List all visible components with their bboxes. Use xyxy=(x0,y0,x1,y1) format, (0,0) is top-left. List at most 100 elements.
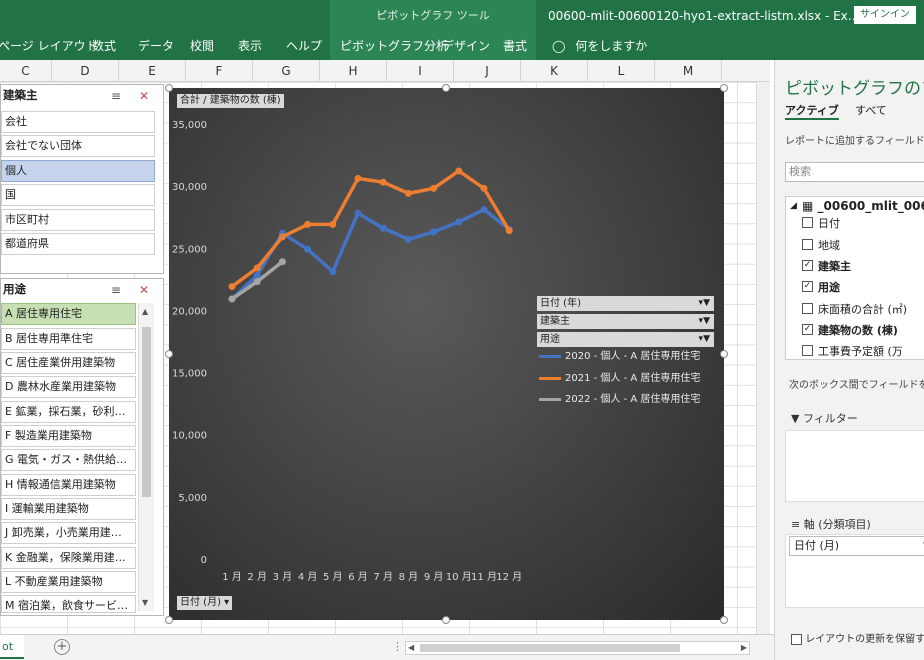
add-sheet-icon[interactable]: + xyxy=(54,639,70,655)
multi-select-icon[interactable]: ≡ xyxy=(111,283,121,297)
data-point[interactable] xyxy=(379,224,387,232)
data-point[interactable] xyxy=(404,189,412,197)
column-header-m[interactable]: M xyxy=(655,60,722,82)
field-item[interactable]: 床面積の合計 (㎡) xyxy=(818,301,907,317)
horizontal-scrollbar[interactable]: ◀ ▶ xyxy=(405,641,750,655)
column-header-d[interactable]: D xyxy=(52,60,119,82)
field-item[interactable]: 建築主 xyxy=(818,258,851,274)
slicer-item-selected[interactable]: 個人 xyxy=(1,160,155,182)
data-point[interactable] xyxy=(430,228,438,236)
clear-filter-icon[interactable]: ✕ xyxy=(139,283,149,297)
data-point[interactable] xyxy=(505,227,513,235)
tab-pivotchart-analyze[interactable]: ピボットグラフ分析 xyxy=(340,32,448,60)
axis-field-item[interactable]: 日付 (月)▼ xyxy=(789,536,924,556)
filter-drop-area[interactable] xyxy=(785,430,924,502)
slicer-item[interactable]: B 居住専用準住宅 xyxy=(1,328,136,350)
column-header-k[interactable]: K xyxy=(521,60,588,82)
resize-handle[interactable] xyxy=(442,616,450,624)
tab-active-fields[interactable]: アクティブ xyxy=(785,102,839,120)
data-point[interactable] xyxy=(480,206,488,214)
resize-handle[interactable] xyxy=(165,84,173,92)
scroll-thumb[interactable] xyxy=(142,327,151,497)
scroll-thumb[interactable] xyxy=(420,644,680,652)
data-point[interactable] xyxy=(278,258,286,266)
column-header-j[interactable]: J xyxy=(454,60,521,82)
tab-view[interactable]: 表示 xyxy=(238,32,262,60)
field-button-purpose[interactable]: 用途 ▾▼ xyxy=(537,332,714,347)
field-checkbox[interactable] xyxy=(802,239,813,250)
field-item[interactable]: 日付 xyxy=(818,215,840,231)
clear-filter-icon[interactable]: ✕ xyxy=(139,89,149,103)
data-point[interactable] xyxy=(404,235,412,243)
data-point[interactable] xyxy=(480,184,488,192)
data-point[interactable] xyxy=(329,268,337,276)
resize-handle[interactable] xyxy=(165,616,173,624)
vertical-scrollbar[interactable] xyxy=(756,82,770,634)
field-search-input[interactable]: 検索 xyxy=(785,162,924,182)
resize-handle[interactable] xyxy=(720,84,728,92)
field-item[interactable]: 建築物の数 (棟) xyxy=(818,322,898,338)
slicer-item[interactable]: 国 xyxy=(1,184,155,206)
scroll-up-icon[interactable]: ▲ xyxy=(142,307,148,316)
slicer-scrollbar[interactable]: ▲ ▼ xyxy=(138,303,154,611)
field-checkbox-checked[interactable]: ✓ xyxy=(802,281,813,292)
tab-page-layout[interactable]: ページ レイアウト xyxy=(0,32,98,60)
resize-handle[interactable] xyxy=(720,616,728,624)
field-item[interactable]: 地域 xyxy=(818,237,840,253)
tab-review[interactable]: 校閲 xyxy=(190,32,214,60)
sheet-tab[interactable]: ot xyxy=(0,635,24,659)
multi-select-icon[interactable]: ≡ xyxy=(111,89,121,103)
slicer-item[interactable]: C 居住産業併用建築物 xyxy=(1,352,136,374)
series-line[interactable] xyxy=(230,207,511,301)
field-checkbox-checked[interactable]: ✓ xyxy=(802,260,813,271)
data-point[interactable] xyxy=(379,178,387,186)
column-header-c[interactable]: C xyxy=(0,60,52,82)
slicer-item[interactable]: M 宿泊業，飲食サービ… xyxy=(1,595,136,613)
slicer-item[interactable]: E 鉱業，採石業，砂利… xyxy=(1,401,136,423)
column-header-h[interactable]: H xyxy=(320,60,387,82)
data-point[interactable] xyxy=(304,220,312,228)
slicer-item[interactable]: L 不動産業用建築物 xyxy=(1,571,136,593)
data-point[interactable] xyxy=(354,209,362,217)
slicer-item[interactable]: J 卸売業，小売業用建… xyxy=(1,522,136,544)
data-point[interactable] xyxy=(455,167,463,175)
column-header-i[interactable]: I xyxy=(387,60,454,82)
scroll-down-icon[interactable]: ▼ xyxy=(142,598,148,607)
tab-format[interactable]: 書式 xyxy=(503,32,527,60)
scroll-right-icon[interactable]: ▶ xyxy=(741,643,747,652)
slicer-item[interactable]: 会社 xyxy=(1,111,155,133)
splitter-icon[interactable]: ⋮ xyxy=(392,640,403,653)
data-point[interactable] xyxy=(455,218,463,226)
legend-entry[interactable]: 2022 - 個人 - A 居住専用住宅 xyxy=(539,393,700,407)
resize-handle[interactable] xyxy=(442,84,450,92)
data-point[interactable] xyxy=(329,220,337,228)
field-button-year[interactable]: 日付 (年) ▾▼ xyxy=(537,296,714,311)
column-header-f[interactable]: F xyxy=(186,60,253,82)
data-point[interactable] xyxy=(253,278,261,286)
slicer-item[interactable]: 市区町村 xyxy=(1,209,155,231)
slicer-item-selected[interactable]: A 居住専用住宅 xyxy=(1,303,136,325)
tab-all-fields[interactable]: すべて xyxy=(855,102,887,118)
pivot-chart[interactable]: 合計 / 建築物の数 (棟) 35,000 30,000 25,000 20,000 1… xyxy=(169,88,724,620)
legend-entry[interactable]: 2020 - 個人 - A 居住専用住宅 xyxy=(539,350,700,364)
tab-design[interactable]: デザイン xyxy=(442,32,490,60)
legend-entry[interactable]: 2021 - 個人 - A 居住専用住宅 xyxy=(539,372,700,386)
slicer-item[interactable]: 都道府県 xyxy=(1,233,155,255)
slicer-item[interactable]: D 農林水産業用建築物 xyxy=(1,376,136,398)
collapse-icon[interactable]: ◢ xyxy=(790,201,797,211)
tab-data[interactable]: データ xyxy=(138,32,174,60)
column-header-g[interactable]: G xyxy=(253,60,320,82)
slicer-item[interactable]: 会社でない団体 xyxy=(1,135,155,157)
defer-checkbox[interactable] xyxy=(791,633,802,645)
column-header-l[interactable]: L xyxy=(588,60,655,82)
field-checkbox-checked[interactable]: ✓ xyxy=(802,324,813,335)
field-checkbox[interactable] xyxy=(802,345,813,356)
signin-button[interactable]: サインイン xyxy=(854,6,916,24)
defer-update[interactable]: レイアウトの更新を保留す xyxy=(791,630,924,645)
field-checkbox[interactable] xyxy=(802,217,813,228)
column-header-e[interactable]: E xyxy=(119,60,186,82)
slicer-item[interactable]: I 運輸業用建築物 xyxy=(1,498,136,520)
data-point[interactable] xyxy=(253,264,261,272)
resize-handle[interactable] xyxy=(165,350,173,358)
data-point[interactable] xyxy=(430,184,438,192)
